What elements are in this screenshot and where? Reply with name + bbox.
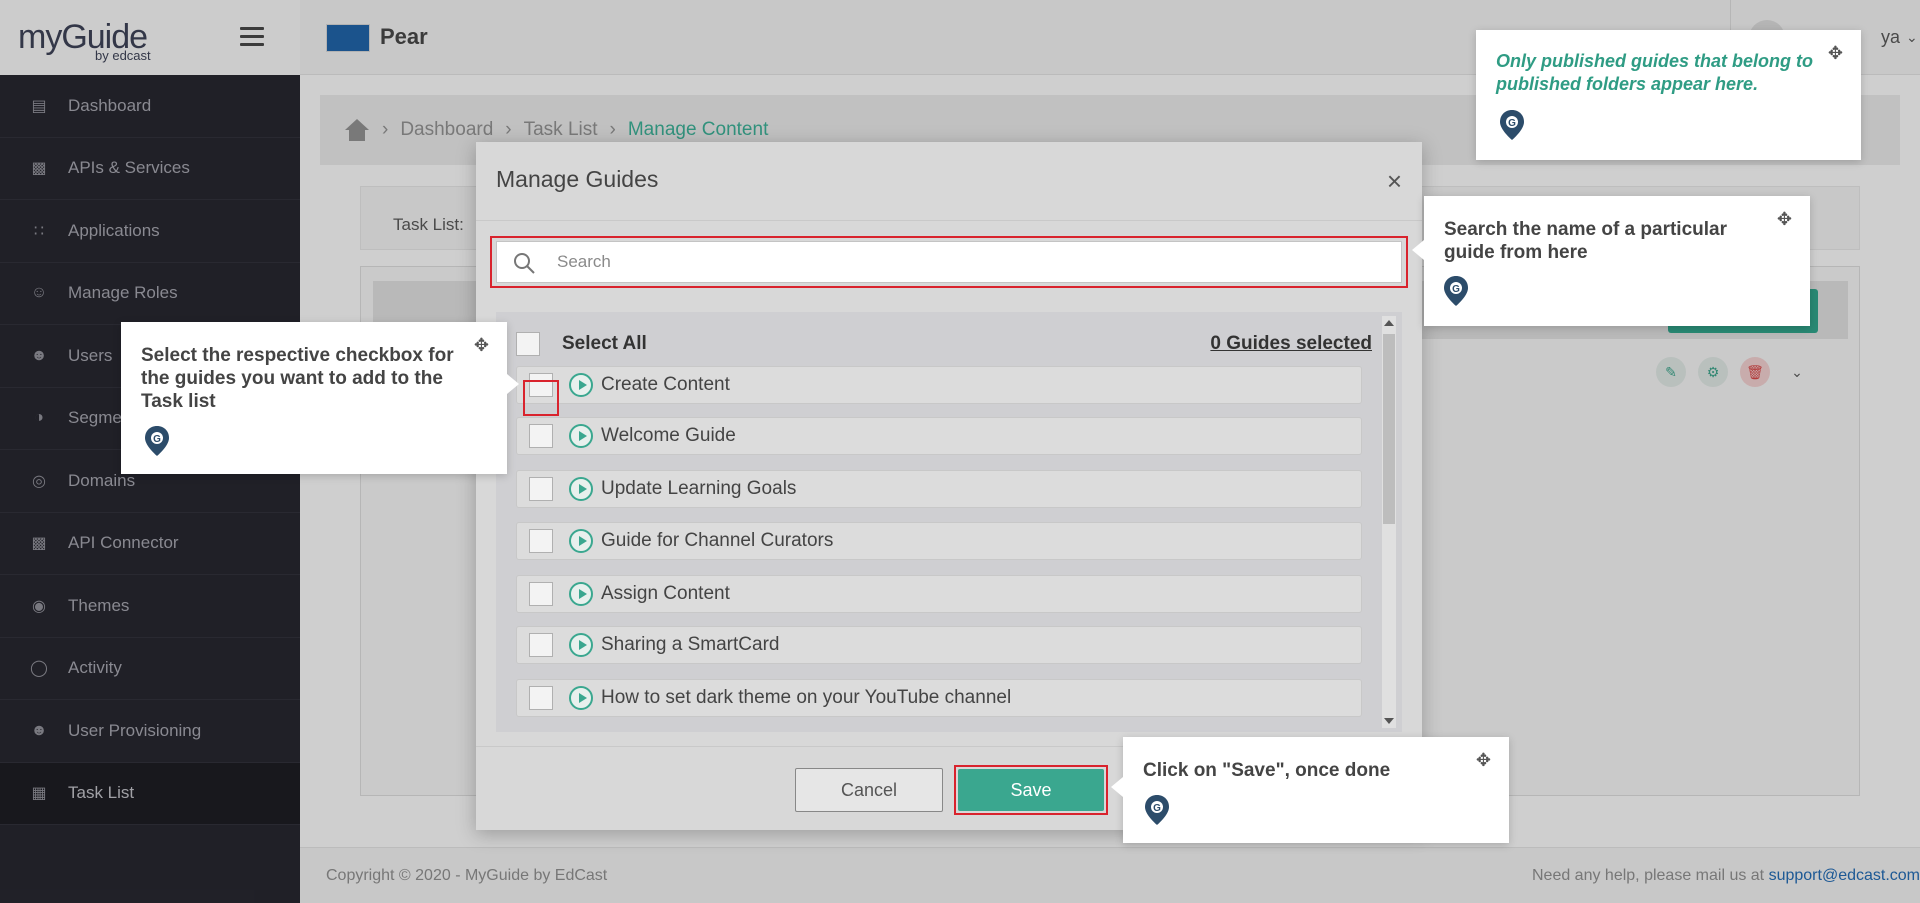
list-item[interactable]: Sharing a SmartCard — [516, 626, 1362, 664]
myguide-pin-icon: G — [1444, 276, 1468, 306]
guide-label: Guide for Channel Curators — [601, 530, 834, 551]
svg-text:G: G — [1153, 803, 1161, 814]
scroll-down-icon[interactable] — [1384, 718, 1394, 724]
list-item[interactable]: Update Learning Goals — [516, 470, 1362, 508]
guide-checkbox[interactable] — [529, 424, 553, 448]
select-all-label: Select All — [562, 333, 647, 354]
guide-checkbox[interactable] — [529, 582, 553, 606]
tooltip-search-text: Search the name of a particular guide fr… — [1444, 219, 1727, 263]
scroll-thumb[interactable] — [1383, 334, 1395, 524]
tooltip-save-text: Click on "Save", once done — [1143, 760, 1391, 781]
divider — [476, 220, 1422, 221]
guide-checkbox[interactable] — [529, 529, 553, 553]
guide-label: Create Content — [601, 374, 730, 395]
guide-checkbox[interactable] — [529, 477, 553, 501]
list-item[interactable]: Create Content — [516, 366, 1362, 404]
tooltip-save: ✥ Click on "Save", once done G — [1111, 737, 1509, 843]
guide-checkbox[interactable] — [529, 633, 553, 657]
svg-text:G: G — [1452, 284, 1460, 295]
tooltip-published-text: Only published guides that belong to pub… — [1496, 51, 1813, 94]
move-icon[interactable]: ✥ — [474, 334, 489, 357]
guide-label: How to set dark theme on your YouTube ch… — [601, 687, 1012, 708]
tooltip-checkbox: ✥ Select the respective checkbox for the… — [121, 322, 519, 474]
list-item[interactable]: How to set dark theme on your YouTube ch… — [516, 679, 1362, 717]
select-all-row: Select All 0 Guides selected — [516, 326, 1372, 362]
play-icon — [569, 424, 593, 448]
cancel-button[interactable]: Cancel — [795, 768, 943, 812]
svg-text:G: G — [1508, 118, 1516, 129]
list-item[interactable]: Guide for Channel Curators — [516, 522, 1362, 560]
myguide-pin-icon: G — [145, 426, 169, 456]
guide-label: Update Learning Goals — [601, 478, 797, 499]
myguide-pin-icon: G — [1145, 795, 1169, 825]
save-button[interactable]: Save — [958, 769, 1104, 811]
svg-text:G: G — [153, 434, 161, 445]
close-icon[interactable]: × — [1387, 166, 1402, 197]
play-icon — [569, 633, 593, 657]
play-icon — [569, 529, 593, 553]
tooltip-published: ✥ Only published guides that belong to p… — [1476, 30, 1861, 160]
list-item[interactable]: Welcome Guide — [516, 417, 1362, 455]
manage-guides-modal: Manage Guides × Select All 0 Guides sele… — [476, 142, 1422, 830]
scroll-up-icon[interactable] — [1384, 320, 1394, 326]
tooltip-search: ✥ Search the name of a particular guide … — [1412, 196, 1810, 326]
guide-checkbox[interactable] — [529, 686, 553, 710]
move-icon[interactable]: ✥ — [1828, 42, 1843, 65]
search-highlight — [490, 236, 1408, 288]
guide-label: Welcome Guide — [601, 425, 736, 446]
guide-list: Select All 0 Guides selected Create Cont… — [496, 312, 1402, 732]
scrollbar[interactable] — [1382, 316, 1396, 728]
play-icon — [569, 477, 593, 501]
move-icon[interactable]: ✥ — [1476, 749, 1491, 772]
play-icon — [569, 373, 593, 397]
play-icon — [569, 582, 593, 606]
play-icon — [569, 686, 593, 710]
list-item[interactable]: Assign Content — [516, 575, 1362, 613]
checkbox-highlight — [523, 380, 559, 416]
select-all-checkbox[interactable] — [516, 332, 540, 356]
modal-title: Manage Guides — [496, 166, 659, 192]
myguide-pin-icon: G — [1500, 110, 1524, 140]
guide-label: Assign Content — [601, 583, 730, 604]
selected-count[interactable]: 0 Guides selected — [1210, 333, 1372, 355]
guide-label: Sharing a SmartCard — [601, 634, 780, 655]
tooltip-checkbox-text: Select the respective checkbox for the g… — [141, 345, 454, 412]
move-icon[interactable]: ✥ — [1777, 208, 1792, 231]
